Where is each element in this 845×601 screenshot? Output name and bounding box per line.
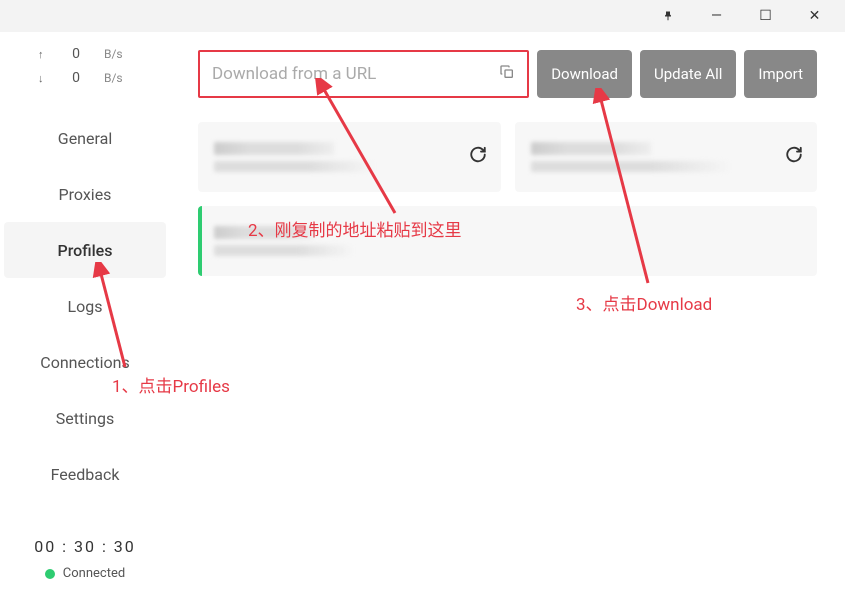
profile-subtitle-redacted bbox=[214, 245, 354, 256]
profile-card-active[interactable] bbox=[198, 206, 817, 276]
nav-menu: General Proxies Profiles Logs Connection… bbox=[0, 110, 170, 522]
connection-status: Connected bbox=[0, 566, 170, 581]
status-text: Connected bbox=[63, 566, 125, 581]
update-all-button[interactable]: Update All bbox=[640, 50, 736, 98]
profile-subtitle-redacted bbox=[214, 161, 374, 172]
top-bar: Download Update All Import bbox=[198, 50, 817, 98]
profile-title-redacted bbox=[531, 142, 651, 155]
connection-timer: 00 : 30 : 30 bbox=[0, 537, 170, 556]
upload-speed-value: 0 bbox=[66, 46, 86, 62]
close-button[interactable]: ✕ bbox=[792, 2, 837, 30]
refresh-icon[interactable] bbox=[785, 146, 803, 169]
profile-title-redacted bbox=[214, 226, 314, 239]
download-arrow-icon: ↓ bbox=[38, 72, 48, 85]
upload-speed-unit: B/s bbox=[104, 47, 132, 61]
profile-title-redacted bbox=[214, 142, 334, 155]
maximize-button[interactable]: ☐ bbox=[743, 2, 788, 30]
download-button[interactable]: Download bbox=[537, 50, 632, 98]
titlebar: — ☐ ✕ bbox=[0, 0, 845, 32]
download-speed-unit: B/s bbox=[104, 71, 132, 85]
nav-item-general[interactable]: General bbox=[4, 110, 166, 166]
speed-indicator: ↑ 0 B/s ↓ 0 B/s bbox=[0, 32, 170, 110]
download-speed-value: 0 bbox=[66, 70, 86, 86]
upload-arrow-icon: ↑ bbox=[38, 48, 48, 61]
profile-card[interactable] bbox=[198, 122, 501, 192]
nav-item-feedback[interactable]: Feedback bbox=[4, 446, 166, 502]
nav-item-settings[interactable]: Settings bbox=[4, 390, 166, 446]
refresh-icon[interactable] bbox=[469, 146, 487, 169]
import-button[interactable]: Import bbox=[744, 50, 817, 98]
pin-icon[interactable] bbox=[645, 2, 690, 30]
sidebar: ↑ 0 B/s ↓ 0 B/s General Proxies Profiles… bbox=[0, 32, 170, 601]
url-input-wrapper[interactable] bbox=[198, 50, 529, 98]
minimize-button[interactable]: — bbox=[694, 2, 739, 30]
nav-item-proxies[interactable]: Proxies bbox=[4, 166, 166, 222]
nav-item-logs[interactable]: Logs bbox=[4, 278, 166, 334]
status-dot-icon bbox=[45, 569, 55, 579]
profile-subtitle-redacted bbox=[531, 161, 731, 172]
url-input[interactable] bbox=[212, 64, 499, 84]
nav-item-profiles[interactable]: Profiles bbox=[4, 222, 166, 278]
paste-icon[interactable] bbox=[499, 64, 515, 84]
content-area: Download Update All Import bbox=[170, 32, 845, 601]
profile-card[interactable] bbox=[515, 122, 818, 192]
nav-item-connections[interactable]: Connections bbox=[4, 334, 166, 390]
